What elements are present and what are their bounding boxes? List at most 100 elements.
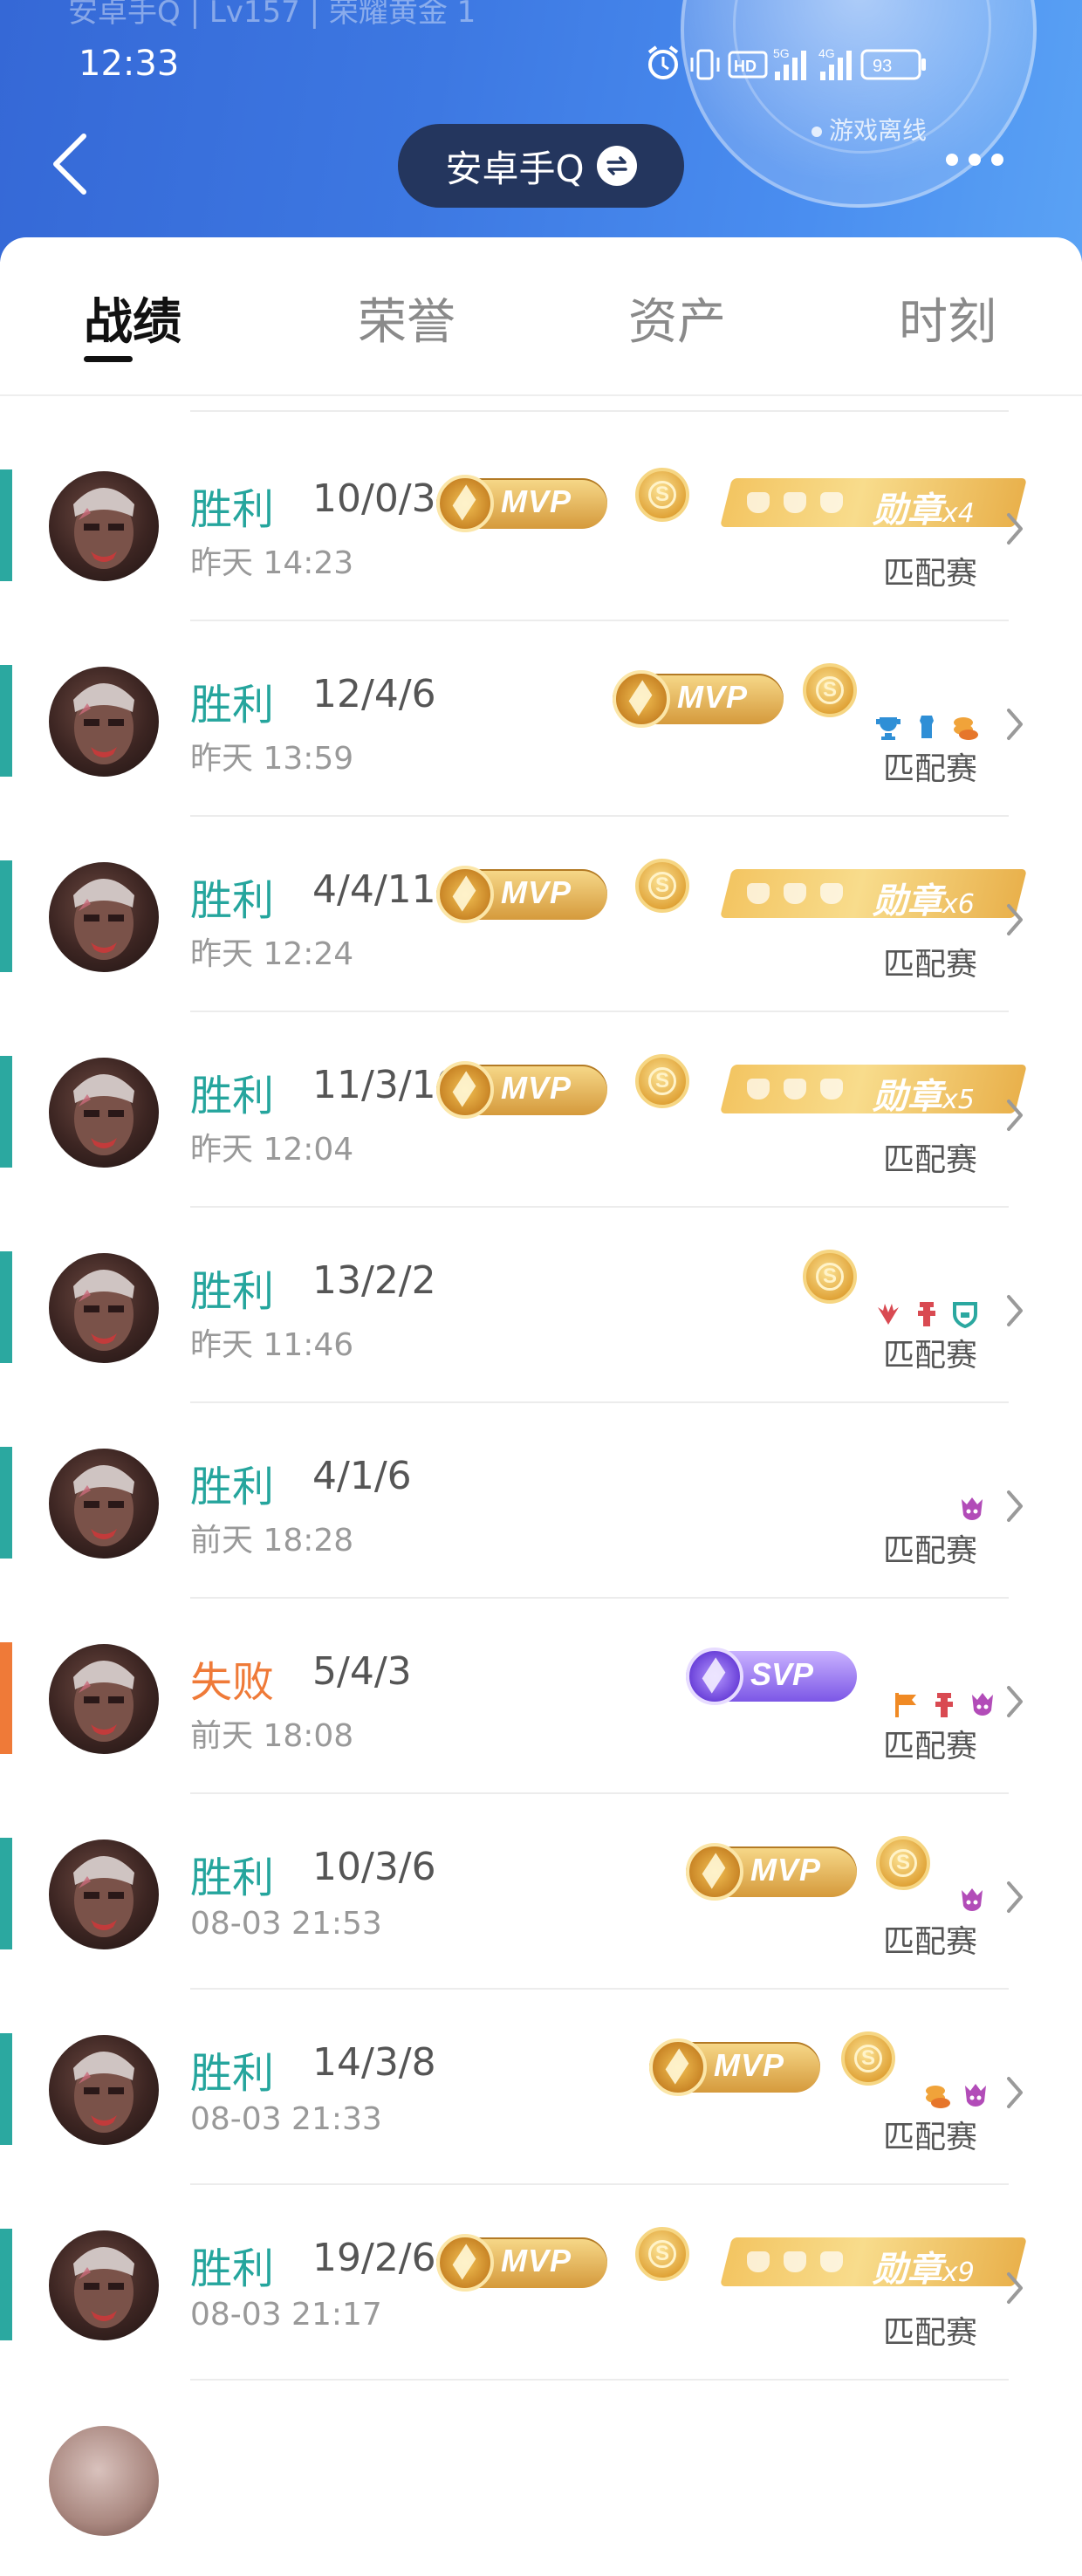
tab-honor[interactable]: 荣誉: [358, 283, 455, 353]
hero-avatar: [49, 667, 159, 777]
match-row[interactable]: 失败 5/4/3 前天 18:08 匹配赛 SVP: [0, 1599, 1082, 1794]
chevron-right-icon[interactable]: [1003, 1682, 1026, 1721]
match-row-partial: [0, 2381, 1082, 2576]
match-date: 前天 18:08: [190, 1718, 354, 1754]
match-result: 失败: [190, 1658, 275, 1707]
vibrate-icon: [690, 49, 720, 80]
chevron-right-icon[interactable]: [1003, 1096, 1026, 1134]
badge-label: SVP: [750, 1656, 814, 1692]
match-row[interactable]: 胜利 14/3/8 08-03 21:33 匹配赛 MVP S: [0, 1990, 1082, 2185]
medal-badge: 勋章x4: [720, 478, 1027, 531]
chevron-right-icon[interactable]: [1003, 1291, 1026, 1330]
result-stripe: [0, 469, 12, 581]
medal-badge: 勋章x9: [720, 2237, 1027, 2290]
match-date: 昨天 11:46: [190, 1327, 354, 1363]
red-tower-icon: [935, 1693, 953, 1717]
match-date: 昨天 14:23: [190, 545, 354, 581]
gold-coin-icon: S: [635, 1054, 689, 1108]
match-row[interactable]: 胜利 13/2/2 昨天 11:46 匹配赛 S: [0, 1208, 1082, 1403]
medal-label: 勋章x5: [873, 1077, 975, 1117]
hd-icon: HD: [728, 51, 768, 79]
match-mode: 匹配赛: [883, 556, 978, 592]
result-stripe: [0, 860, 12, 972]
mvp-emblem-icon: [436, 1061, 494, 1119]
result-stripe: [0, 2033, 12, 2145]
match-row[interactable]: 胜利 19/2/6 08-03 21:17 匹配赛 MVP S 勋章x9: [0, 2185, 1082, 2381]
purple-demon-icon: [972, 1693, 993, 1716]
match-kda: 4/1/6: [312, 1454, 412, 1498]
hero-avatar: [49, 2230, 159, 2340]
back-button[interactable]: [45, 129, 98, 199]
medal-symbol-icon: [747, 883, 770, 904]
profile-header: 安卓手Q | Lv157 | 荣耀黄金 1 12:33 HD 5G 4G 93 …: [0, 0, 1082, 262]
mvp-badge: MVP: [436, 475, 607, 532]
medal-symbol-icon: [820, 492, 843, 513]
match-result: 胜利: [190, 2244, 275, 2293]
badge-label: MVP: [501, 483, 572, 519]
badge-label: MVP: [501, 2243, 572, 2278]
match-row[interactable]: 胜利 10/3/6 08-03 21:53 匹配赛 MVP S: [0, 1794, 1082, 1990]
result-stripe: [0, 1642, 12, 1754]
match-mode: 匹配赛: [883, 947, 978, 983]
chevron-right-icon[interactable]: [1003, 1878, 1026, 1916]
match-date: 08-03 21:53: [190, 1906, 382, 1942]
gold-coin-icon: S: [841, 2031, 895, 2086]
match-mode: 匹配赛: [883, 1142, 978, 1178]
hero-avatar: [49, 471, 159, 581]
signal-4g-icon: 4G: [818, 46, 852, 80]
match-row[interactable]: 胜利 4/1/6 前天 18:28 匹配赛: [0, 1403, 1082, 1599]
gold-coin-icon: S: [876, 1836, 930, 1890]
result-stripe: [0, 1056, 12, 1168]
match-badges: SVP: [436, 1639, 1012, 1717]
match-result: 胜利: [190, 1267, 275, 1316]
mvp-badge: MVP: [613, 670, 784, 728]
mvp-badge: MVP: [686, 1843, 857, 1901]
match-row[interactable]: 胜利 4/4/11 昨天 12:24 匹配赛 MVP S 勋章x6: [0, 817, 1082, 1012]
tab-moments[interactable]: 时刻: [899, 283, 996, 353]
match-badges: MVP S: [436, 2030, 1012, 2108]
result-stripe: [0, 1447, 12, 1559]
medal-symbol-icon: [747, 2251, 770, 2272]
match-result: 胜利: [190, 1463, 275, 1511]
status-time: 12:33: [79, 44, 180, 84]
match-row[interactable]: 胜利 11/3/10 昨天 12:04 匹配赛 MVP S 勋章x5: [0, 1012, 1082, 1208]
tab-assets[interactable]: 资产: [628, 283, 726, 353]
hero-avatar: [49, 862, 159, 972]
chevron-right-icon[interactable]: [1003, 510, 1026, 548]
medal-symbol-icon: [784, 883, 806, 904]
red-wings-icon: [878, 1304, 899, 1325]
medal-label: 勋章x9: [873, 2250, 975, 2290]
match-kda: 10/0/3: [312, 476, 436, 521]
teal-shield-icon: [953, 1302, 977, 1329]
account-switcher[interactable]: 安卓手Q: [398, 124, 684, 208]
match-date: 昨天 12:24: [190, 936, 354, 972]
chevron-right-icon[interactable]: [1003, 2269, 1026, 2307]
hero-avatar: [49, 1253, 159, 1363]
achievement-icons: [956, 1494, 988, 1532]
more-options-icon[interactable]: [946, 154, 1016, 180]
switch-icon: [596, 146, 637, 186]
chevron-right-icon[interactable]: [1003, 2073, 1026, 2112]
medal-symbol-icon: [747, 492, 770, 513]
orange-coin-icon: [926, 2086, 950, 2108]
tab-record[interactable]: 战绩: [84, 283, 181, 353]
hero-avatar: [49, 1058, 159, 1168]
match-date: 昨天 13:59: [190, 741, 354, 777]
chevron-right-icon[interactable]: [1003, 705, 1026, 743]
match-kda: 13/2/2: [312, 1258, 436, 1303]
gold-coin-icon: S: [635, 2227, 689, 2281]
match-row[interactable]: 胜利 12/4/6 昨天 13:59 匹配赛 MVP S: [0, 621, 1082, 817]
chevron-right-icon[interactable]: [1003, 901, 1026, 939]
signal-5g-icon: 5G: [773, 46, 806, 80]
match-row[interactable]: 胜利 10/0/3 昨天 14:23 匹配赛 MVP S 勋章x4: [0, 426, 1082, 621]
match-badges: MVP S 勋章x4: [436, 466, 1027, 536]
chevron-right-icon[interactable]: [1003, 1487, 1026, 1525]
match-kda: 4/4/11: [312, 867, 436, 912]
mvp-badge: MVP: [436, 2234, 607, 2292]
achievement-icons: [921, 2080, 991, 2119]
purple-demon-icon: [962, 1497, 983, 1520]
match-result: 胜利: [190, 876, 275, 925]
hero-avatar: [49, 1449, 159, 1559]
match-kda: 14/3/8: [312, 2040, 436, 2085]
mvp-badge: MVP: [649, 2038, 820, 2096]
